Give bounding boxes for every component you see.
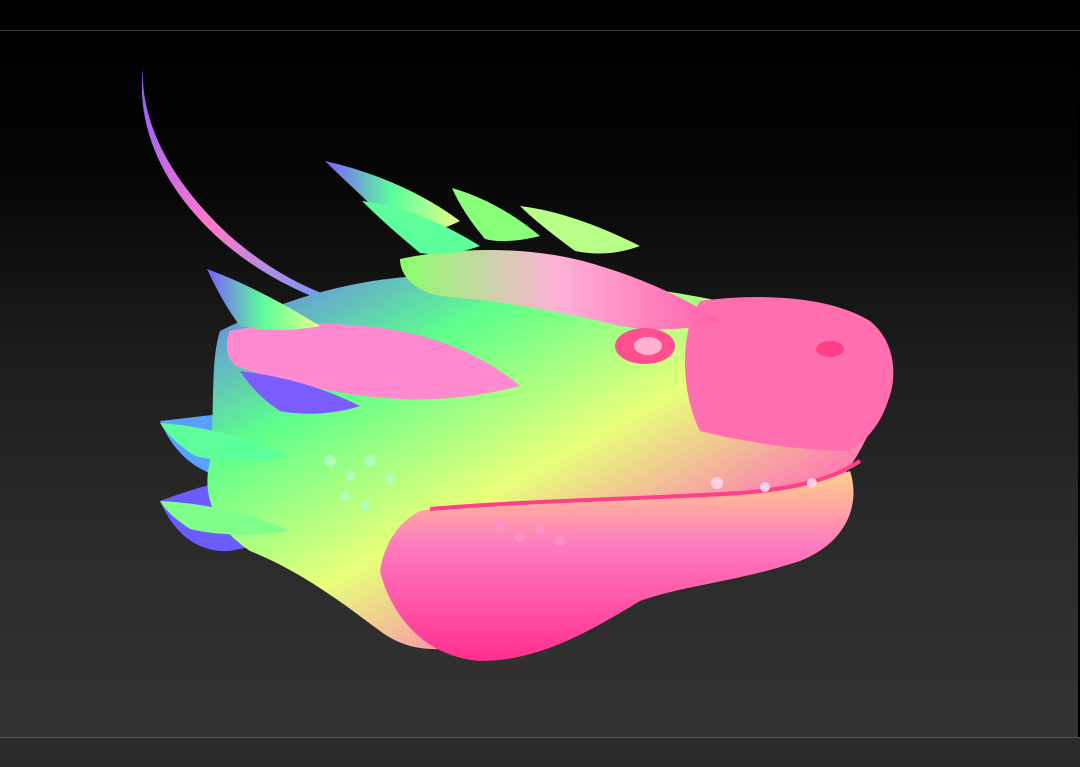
- whisker-horn: [141, 67, 345, 307]
- dragon-head-model[interactable]: [0, 31, 1078, 737]
- 3d-viewport-canvas[interactable]: [0, 31, 1080, 737]
- spike-top-4: [520, 206, 640, 254]
- sculpt-app-window: [0, 0, 1080, 767]
- eye: [634, 337, 662, 355]
- spike-top-3: [452, 188, 540, 242]
- nostril: [816, 341, 844, 357]
- bottom-status-bar: [0, 737, 1080, 767]
- top-toolbar: [0, 0, 1080, 31]
